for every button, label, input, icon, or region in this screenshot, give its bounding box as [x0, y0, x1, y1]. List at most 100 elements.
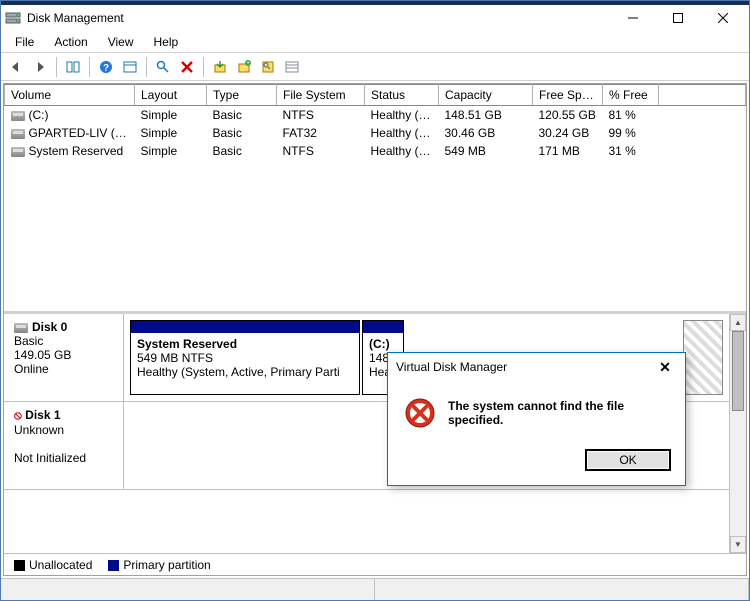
- forward-button[interactable]: [29, 56, 51, 78]
- drive-icon: [11, 147, 25, 157]
- table-header-row[interactable]: Volume Layout Type File System Status Ca…: [5, 85, 746, 106]
- disk-type: Unknown: [14, 423, 113, 437]
- unallocated-space[interactable]: [683, 320, 723, 395]
- cell-fs: NTFS: [277, 106, 365, 125]
- legend-unallocated: Unallocated: [14, 558, 92, 572]
- scroll-down-button[interactable]: ▼: [730, 536, 746, 553]
- cell-capacity: 30.46 GB: [439, 124, 533, 142]
- menubar: File Action View Help: [1, 31, 749, 53]
- cell-type: Basic: [207, 124, 277, 142]
- disk-size: 149.05 GB: [14, 348, 113, 362]
- menu-help[interactable]: Help: [146, 33, 187, 51]
- statusbar-cell: [1, 579, 375, 600]
- disk-header-0[interactable]: Disk 0 Basic 149.05 GB Online: [4, 314, 124, 401]
- disk-size: [14, 437, 113, 451]
- toolbar: ? +: [1, 53, 749, 81]
- partition-status: Healthy (System, Active, Primary Parti: [137, 365, 353, 379]
- volume-list-pane: Volume Layout Type File System Status Ca…: [4, 84, 746, 314]
- menu-action[interactable]: Action: [46, 33, 95, 51]
- col-spacer[interactable]: [659, 85, 746, 106]
- col-free[interactable]: Free Spa...: [533, 85, 603, 106]
- scroll-up-button[interactable]: ▲: [730, 314, 746, 331]
- vertical-scrollbar[interactable]: ▲ ▼: [729, 314, 746, 553]
- close-button[interactable]: [700, 4, 745, 32]
- cell-layout: Simple: [135, 124, 207, 142]
- app-icon: [5, 10, 21, 26]
- back-button[interactable]: [5, 56, 27, 78]
- refresh-button[interactable]: [119, 56, 141, 78]
- error-dialog[interactable]: Virtual Disk Manager ✕ The system cannot…: [387, 352, 686, 486]
- cell-fs: FAT32: [277, 124, 365, 142]
- help-button[interactable]: ?: [95, 56, 117, 78]
- cell-volume: (C:): [5, 106, 135, 125]
- drive-icon: [11, 129, 25, 139]
- disk-status: Not Initialized: [14, 451, 113, 465]
- cell-status: Healthy (S...: [365, 142, 439, 160]
- cell-capacity: 549 MB: [439, 142, 533, 160]
- disk-header-1[interactable]: ⦸ Disk 1 Unknown Not Initialized: [4, 402, 124, 489]
- disk-type: Basic: [14, 334, 113, 348]
- cell-pctfree: 81 %: [603, 106, 659, 125]
- disk-status: Online: [14, 362, 113, 376]
- settings-button[interactable]: [281, 56, 303, 78]
- partition-header-bar: [363, 321, 403, 333]
- drive-icon: [11, 111, 25, 121]
- volume-table[interactable]: Volume Layout Type File System Status Ca…: [4, 84, 746, 160]
- error-icon: [404, 397, 436, 429]
- statusbar-cell: [375, 579, 749, 600]
- cell-layout: Simple: [135, 142, 207, 160]
- table-row[interactable]: (C:)SimpleBasicNTFSHealthy (B...148.51 G…: [5, 106, 746, 125]
- scroll-track[interactable]: [730, 331, 746, 536]
- ok-button[interactable]: OK: [585, 449, 671, 471]
- table-row[interactable]: GPARTED-LIV (E:)SimpleBasicFAT32Healthy …: [5, 124, 746, 142]
- cell-fs: NTFS: [277, 142, 365, 160]
- attach-vhd-button[interactable]: [209, 56, 231, 78]
- titlebar[interactable]: Disk Management: [1, 1, 749, 31]
- dialog-title: Virtual Disk Manager: [396, 360, 507, 374]
- minimize-button[interactable]: [610, 4, 655, 32]
- cell-free: 171 MB: [533, 142, 603, 160]
- disk-management-window: Disk Management File Action View Help ? …: [0, 0, 750, 601]
- properties-button[interactable]: [257, 56, 279, 78]
- table-row[interactable]: System ReservedSimpleBasicNTFSHealthy (S…: [5, 142, 746, 160]
- window-title: Disk Management: [27, 11, 610, 25]
- cell-volume: System Reserved: [5, 142, 135, 160]
- create-vhd-button[interactable]: +: [233, 56, 255, 78]
- menu-view[interactable]: View: [100, 33, 142, 51]
- show-hide-tree-button[interactable]: [62, 56, 84, 78]
- cell-status: Healthy (B...: [365, 106, 439, 125]
- menu-file[interactable]: File: [7, 33, 42, 51]
- col-pctfree[interactable]: % Free: [603, 85, 659, 106]
- cell-layout: Simple: [135, 106, 207, 125]
- statusbar: [1, 578, 749, 600]
- cell-volume: GPARTED-LIV (E:): [5, 124, 135, 142]
- svg-text:+: +: [246, 60, 250, 67]
- cell-pctfree: 99 %: [603, 124, 659, 142]
- cell-type: Basic: [207, 142, 277, 160]
- partition-size: 549 MB NTFS: [137, 351, 353, 365]
- col-volume[interactable]: Volume: [5, 85, 135, 106]
- legend: Unallocated Primary partition: [4, 553, 746, 575]
- cell-free: 120.55 GB: [533, 106, 603, 125]
- svg-text:?: ?: [103, 63, 109, 74]
- dialog-close-button[interactable]: ✕: [653, 359, 677, 376]
- col-status[interactable]: Status: [365, 85, 439, 106]
- partition-system-reserved[interactable]: System Reserved 549 MB NTFS Healthy (Sys…: [130, 320, 360, 395]
- col-fs[interactable]: File System: [277, 85, 365, 106]
- disk-icon: Disk 0: [14, 320, 113, 334]
- toolbar-separator: [89, 57, 90, 77]
- rescan-button[interactable]: [152, 56, 174, 78]
- maximize-button[interactable]: [655, 4, 700, 32]
- scroll-thumb[interactable]: [732, 331, 744, 411]
- delete-button[interactable]: [176, 56, 198, 78]
- dialog-footer: OK: [388, 441, 685, 485]
- col-capacity[interactable]: Capacity: [439, 85, 533, 106]
- col-layout[interactable]: Layout: [135, 85, 207, 106]
- dialog-titlebar[interactable]: Virtual Disk Manager ✕: [388, 353, 685, 381]
- toolbar-separator: [146, 57, 147, 77]
- cell-status: Healthy (A...: [365, 124, 439, 142]
- col-type[interactable]: Type: [207, 85, 277, 106]
- cell-type: Basic: [207, 106, 277, 125]
- content-area: Volume Layout Type File System Status Ca…: [3, 83, 747, 576]
- dialog-body: The system cannot find the file specifie…: [388, 381, 685, 441]
